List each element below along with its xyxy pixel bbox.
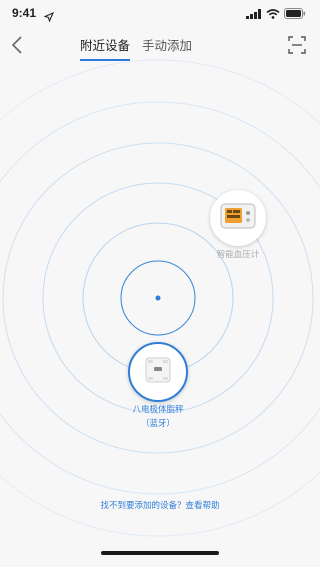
help-link[interactable]: 找不到要添加的设备？查看帮助 (0, 499, 320, 511)
signal-icon (246, 4, 262, 23)
back-chevron-icon (11, 36, 23, 58)
battery-icon (284, 4, 306, 23)
back-button[interactable] (4, 34, 30, 60)
blood-pressure-monitor-icon (218, 201, 258, 235)
tab-group: 附近设备 手动添加 (80, 38, 192, 61)
scan-button[interactable] (284, 34, 310, 60)
device-label-line1: 八电极体脂秤 (132, 405, 184, 415)
location-icon (43, 7, 55, 23)
wifi-icon (266, 4, 280, 23)
home-indicator (101, 551, 219, 555)
nav-bar: 附近设备 手动添加 (0, 26, 320, 70)
status-bar: 9:41 (0, 0, 320, 26)
device-body-fat-scale[interactable]: 八电极体脂秤 （蓝牙） (111, 342, 205, 430)
tab-manual-add[interactable]: 手动添加 (142, 38, 192, 61)
status-time: 9:41 (12, 6, 37, 20)
device-label-line2: （蓝牙） (140, 419, 175, 429)
device-circle-selected (128, 342, 188, 402)
tab-nearby-devices[interactable]: 附近设备 (80, 38, 131, 61)
device-circle (210, 190, 266, 246)
radar-rings (0, 59, 320, 537)
radar-center-dot (155, 295, 161, 301)
device-label: 智能血压计 (216, 250, 260, 260)
body-fat-scale-icon (143, 355, 173, 389)
device-blood-pressure-monitor[interactable]: 智能血压计 (208, 190, 268, 260)
scan-icon (288, 36, 306, 58)
